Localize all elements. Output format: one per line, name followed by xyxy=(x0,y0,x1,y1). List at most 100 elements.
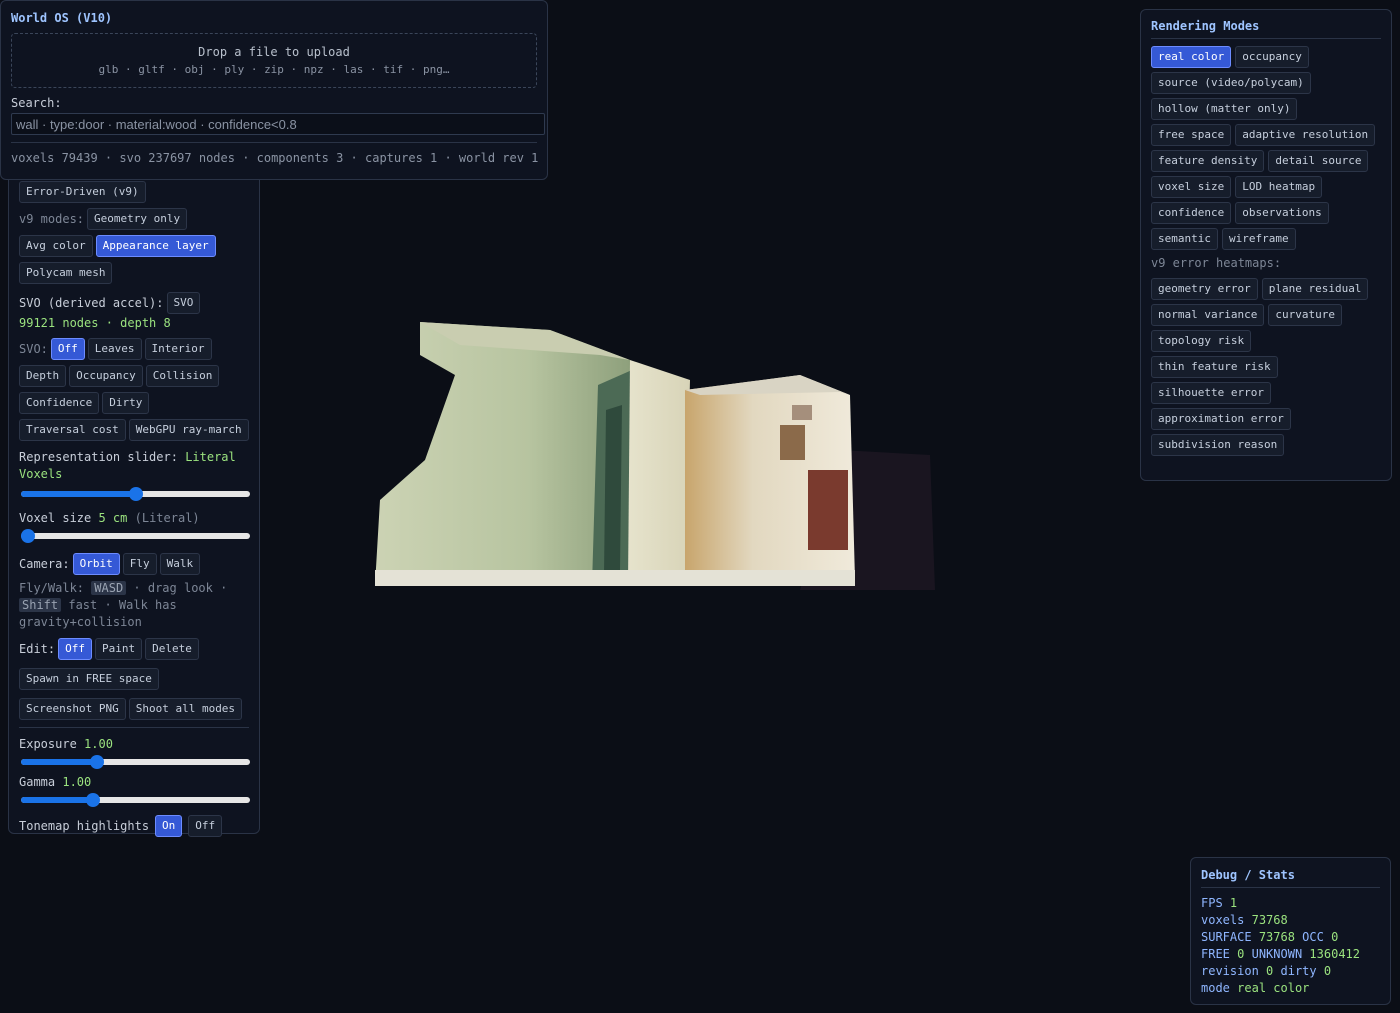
voxel-size-slider[interactable] xyxy=(21,529,250,543)
gamma-slider[interactable] xyxy=(21,793,250,807)
mode-subdivision-reason-button[interactable]: subdivision reason xyxy=(1151,434,1285,456)
mode-wireframe-button[interactable]: wireframe xyxy=(1221,228,1296,250)
mode-row: real color occupancy xyxy=(1151,46,1381,68)
gamma-label: Gamma 1.00 xyxy=(19,775,249,789)
slider-thumb[interactable] xyxy=(21,529,35,543)
rendering-modes-title: Rendering Modes xyxy=(1151,19,1381,39)
representation-value: Literal xyxy=(185,450,236,464)
wasd-key: WASD xyxy=(91,581,127,595)
mode-source-video-polycam-button[interactable]: source (video/polycam) xyxy=(1151,72,1311,94)
gamma-title: Gamma xyxy=(19,775,56,789)
svo-webgpu-button[interactable]: WebGPU ray-march xyxy=(128,419,249,441)
mode-normal-variance-button[interactable]: normal variance xyxy=(1151,304,1265,326)
svo-traversal-button[interactable]: Traversal cost xyxy=(19,419,126,441)
surface-value: 73768 xyxy=(1258,930,1295,944)
mode-geometry-error-button[interactable]: geometry error xyxy=(1151,278,1258,300)
unknown-value: 1360412 xyxy=(1309,947,1360,961)
mode-adaptive-resolution-button[interactable]: adaptive resolution xyxy=(1235,124,1376,146)
mode-curvature-button[interactable]: curvature xyxy=(1268,304,1342,326)
error-driven-button[interactable]: Error-Driven (v9) xyxy=(19,181,146,203)
slider-thumb[interactable] xyxy=(128,487,143,501)
voxel-viewport[interactable] xyxy=(360,300,960,610)
mode-row: hollow (matter only) xyxy=(1151,98,1381,120)
mode-row: voxel size LOD heatmap xyxy=(1151,176,1381,198)
shoot-all-modes-button[interactable]: Shoot all modes xyxy=(128,698,243,720)
search-label: Search: xyxy=(11,96,62,110)
mode-buttons: real color occupancy source (video/polycam… xyxy=(1151,46,1381,250)
mode-voxel-size-button[interactable]: voxel size xyxy=(1151,176,1232,198)
svo-nodes-readout: 99121 nodes · depth 8 xyxy=(19,316,171,330)
free-key: FREE xyxy=(1201,947,1230,961)
svo-accel-label: SVO (derived accel): xyxy=(19,296,164,310)
mode-approximation-error-button[interactable]: approximation error xyxy=(1151,408,1291,430)
mode-observations-button[interactable]: observations xyxy=(1235,202,1329,224)
mode-row: source (video/polycam) xyxy=(1151,72,1381,94)
svo-depth-button[interactable]: Depth xyxy=(19,365,67,387)
svo-occupancy-button[interactable]: Occupancy xyxy=(69,365,143,387)
svo-interior-button[interactable]: Interior xyxy=(144,338,212,360)
representation-slider[interactable] xyxy=(21,487,250,501)
mode-feature-density-button[interactable]: feature density xyxy=(1151,150,1265,172)
exposure-title: Exposure xyxy=(19,737,77,751)
appearance-layer-button[interactable]: Appearance layer xyxy=(95,235,216,257)
edit-paint-button[interactable]: Paint xyxy=(95,638,143,660)
slider-thumb[interactable] xyxy=(85,793,100,807)
mode-row: normal variance curvature xyxy=(1151,304,1381,326)
camera-walk-button[interactable]: Walk xyxy=(159,553,201,575)
dirty-value: 0 xyxy=(1323,964,1332,978)
mode-lod-heatmap-button[interactable]: LOD heatmap xyxy=(1235,176,1323,198)
tonemap-off-button[interactable]: Off xyxy=(188,815,223,837)
surface-readout: SURFACE 73768 OCC 0 xyxy=(1201,929,1380,946)
tonemap-on-button[interactable]: On xyxy=(155,815,183,837)
debug-stats-panel: Debug / Stats FPS 1 voxels 73768 SURFACE… xyxy=(1190,857,1391,1005)
mode-topology-risk-button[interactable]: topology risk xyxy=(1151,330,1252,352)
mode-plane-residual-button[interactable]: plane residual xyxy=(1261,278,1369,300)
control-panel: Error-Driven (v9) v9 modes: Geometry onl… xyxy=(8,150,260,837)
representation-title: Representation slider: xyxy=(19,450,178,464)
mode-free-space-button[interactable]: free space xyxy=(1151,124,1232,146)
spawn-free-button[interactable]: Spawn in FREE space xyxy=(19,668,159,690)
svo-off-button[interactable]: Off xyxy=(50,338,85,360)
svo-confidence-button[interactable]: Confidence xyxy=(19,392,100,414)
mode-semantic-button[interactable]: semantic xyxy=(1151,228,1218,250)
mode-row: thin feature risk xyxy=(1151,356,1381,378)
screenshot-button[interactable]: Screenshot PNG xyxy=(19,698,126,720)
svo-dirty-button[interactable]: Dirty xyxy=(102,392,150,414)
exposure-slider[interactable] xyxy=(21,755,250,769)
mode-hollow-matter-only-button[interactable]: hollow (matter only) xyxy=(1151,98,1298,120)
mode-occupancy-button[interactable]: occupancy xyxy=(1235,46,1309,68)
geometry-only-button[interactable]: Geometry only xyxy=(87,208,188,230)
file-drop-zone[interactable]: Drop a file to upload glb · gltf · obj ·… xyxy=(11,33,537,88)
world-os-title: World OS (V10) xyxy=(11,11,113,25)
mode-confidence-button[interactable]: confidence xyxy=(1151,202,1232,224)
svo-mode-label: SVO: xyxy=(19,342,48,356)
search-input[interactable] xyxy=(11,113,545,135)
mode-thin-feature-risk-button[interactable]: thin feature risk xyxy=(1151,356,1278,378)
revision-key: revision xyxy=(1201,964,1259,978)
mode-row: semantic wireframe xyxy=(1151,228,1381,250)
svo-leaves-button[interactable]: Leaves xyxy=(87,338,142,360)
unknown-key: UNKNOWN xyxy=(1251,947,1303,961)
avg-color-button[interactable]: Avg color xyxy=(19,235,93,257)
voxel-size-label: Voxel size 5 cm (Literal) xyxy=(19,511,249,525)
exposure-label: Exposure 1.00 xyxy=(19,737,249,751)
mode-row: topology risk xyxy=(1151,330,1381,352)
divider xyxy=(19,727,249,728)
svo-collision-button[interactable]: Collision xyxy=(145,365,220,387)
camera-orbit-button[interactable]: Orbit xyxy=(72,553,120,575)
world-stats: voxels 79439 · svo 237697 nodes · compon… xyxy=(11,142,538,165)
mode-real-color-button[interactable]: real color xyxy=(1151,46,1232,68)
mode-readout: mode real color xyxy=(1201,980,1380,997)
edit-delete-button[interactable]: Delete xyxy=(145,638,199,660)
mode-row: confidence observations xyxy=(1151,202,1381,224)
camera-fly-button[interactable]: Fly xyxy=(122,553,157,575)
edit-off-button[interactable]: Off xyxy=(58,638,92,660)
mode-silhouette-error-button[interactable]: silhouette error xyxy=(1151,382,1271,404)
debug-title: Debug / Stats xyxy=(1201,868,1380,888)
mode-row: silhouette error xyxy=(1151,382,1381,404)
polycam-mesh-button[interactable]: Polycam mesh xyxy=(19,262,113,284)
mode-detail-source-button[interactable]: detail source xyxy=(1268,150,1369,172)
slider-thumb[interactable] xyxy=(89,755,104,769)
svo-button[interactable]: SVO xyxy=(166,292,201,314)
voxels-key: voxels xyxy=(1201,913,1245,927)
